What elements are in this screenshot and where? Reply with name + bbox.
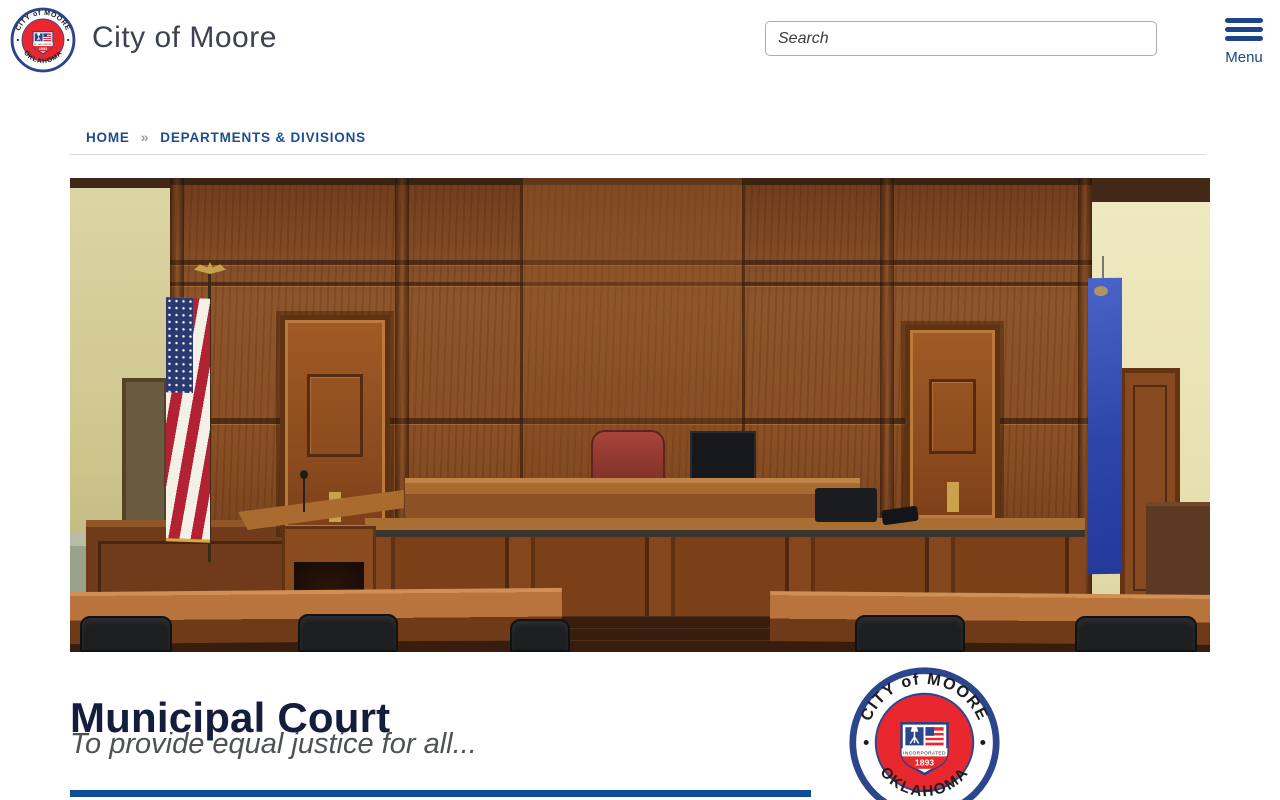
courtroom-door-right [905,325,1000,523]
breadcrumb-link-departments[interactable]: DEPARTMENTS & DIVISIONS [160,130,366,145]
menu-button[interactable]: Menu [1222,18,1266,66]
page-tagline: To provide equal justice for all... [70,728,477,761]
clerk-monitors [815,488,877,522]
right-crown-molding [1092,178,1210,202]
site-header: CITY of MOORE OKLAHOMA INCORPORATED 1893… [0,0,1280,80]
hamburger-icon [1225,18,1263,45]
bench-monitor [690,431,756,481]
office-chair [80,616,172,652]
office-chair [855,615,965,652]
right-wainscot [1146,502,1210,596]
judge-chair [591,430,665,484]
office-chair [1075,616,1197,652]
accent-bar [70,790,811,797]
microphone [303,478,305,512]
breadcrumb-link-home[interactable]: HOME [86,130,130,145]
page: CITY of MOORE OKLAHOMA INCORPORATED 1893… [0,0,1280,800]
office-chair [298,614,398,652]
search-input[interactable] [765,21,1157,56]
city-seal-large: CITY of MOORE OKLAHOMA INCORPORATED 1893 [848,666,1001,800]
hero-image-courtroom: CITY OF MOORE MUNICIPAL COURT [70,178,1210,652]
breadcrumb-separator: » [141,129,150,145]
left-crown-molding [70,178,170,188]
seal-year-text: 1893 [915,757,934,767]
left-wall-doorway [122,378,168,543]
seal-incorporated-text: INCORPORATED [903,751,946,757]
city-seal-logo: CITY of MOORE OKLAHOMA INCORPORATED 1893 [10,7,76,73]
menu-label: Menu [1222,49,1266,66]
breadcrumb: HOME » DEPARTMENTS & DIVISIONS [86,129,366,145]
site-title: City of Moore [92,21,277,55]
oklahoma-flag [1088,278,1122,575]
seal-year-text: 1893 [39,47,47,51]
breadcrumb-divider [70,154,1206,155]
us-flag [166,297,210,543]
office-chair [510,619,570,652]
